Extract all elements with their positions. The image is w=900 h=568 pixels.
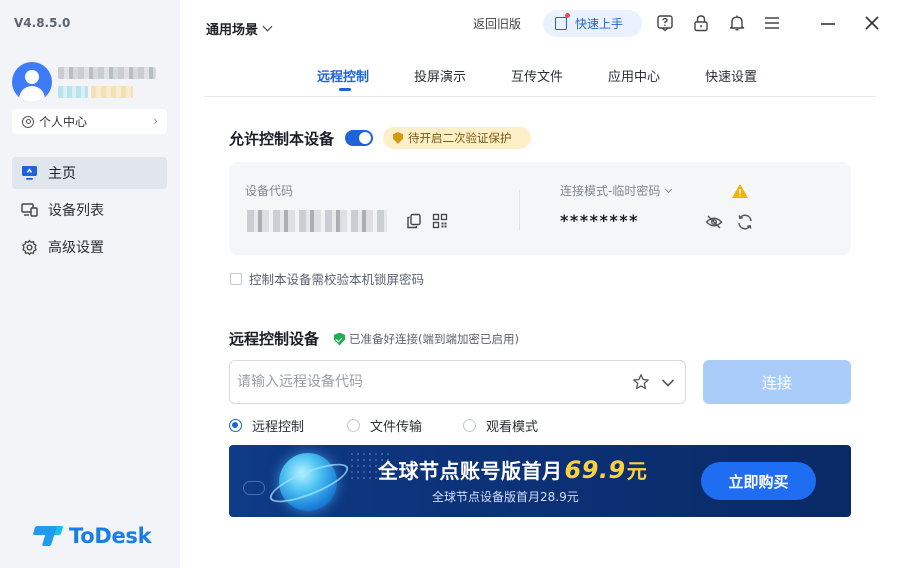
card-divider [519,190,520,230]
lock-screen-password-option[interactable]: 控制本设备需校验本机锁屏密码 [230,269,424,288]
devices-icon [21,202,38,219]
sidebar-item-label: 高级设置 [48,240,104,256]
chevron-down-icon [262,21,273,32]
connection-ready-status: 已准备好连接(端到端加密已启用) [334,331,519,347]
sidebar-item-label: 主页 [48,166,76,182]
sidebar-item-label: 设备列表 [48,203,104,219]
remote-code-input[interactable] [237,371,617,393]
guide-book-icon [555,13,570,30]
cloud-icon [243,481,265,495]
eye-slash-icon[interactable] [705,213,723,231]
warning-icon[interactable] [731,183,749,199]
sidebar-item-devices[interactable]: 设备列表 [12,194,167,226]
allow-control-title: 允许控制本设备 [229,130,335,148]
promo-title: 全球节点账号版首月 69.9 元 [378,455,647,484]
history-dropdown-icon[interactable] [661,376,675,388]
quick-start-label: 快速上手 [575,17,624,31]
chevron-down-icon [665,185,673,193]
device-info-card [229,162,851,255]
gear-icon [21,239,38,256]
minimize-icon[interactable] [818,13,838,33]
scene-label: 通用场景 [206,23,259,38]
todesk-logo-icon [32,523,64,549]
user-vip-tag-redacted [91,86,133,98]
lock-screen-password-checkbox[interactable] [230,272,242,285]
logo-text: ToDesk [69,524,152,548]
radio-button[interactable] [463,419,476,432]
personal-center-button[interactable]: 个人中心 › [12,109,167,134]
promo-price-unit: 元 [626,459,648,483]
qr-code-icon[interactable] [432,213,448,229]
version-label: V4.8.5.0 [14,16,71,30]
refresh-icon[interactable] [736,213,754,231]
radio-button[interactable] [229,419,242,432]
device-code-redacted [247,210,387,232]
promo-banner[interactable]: 全球节点账号版首月 69.9 元 全球节点设备版首月28.9元 立即购买 [229,445,851,517]
connection-mode-selector[interactable]: 连接模式-临时密码 [560,182,673,199]
device-code-label: 设备代码 [245,184,294,198]
todesk-logo: ToDesk [32,523,152,549]
sidebar-item-advanced-settings[interactable]: 高级设置 [12,231,167,263]
close-icon[interactable] [862,13,882,33]
sidebar: V4.8.5.0 个人中心 › 主页 设备列表 高级设置 ToDesk [0,0,180,568]
lock-screen-password-label: 控制本设备需校验本机锁屏密码 [249,272,425,287]
promo-price: 69.9 [564,456,626,484]
mode-remote-control[interactable]: 远程控制 [229,416,304,435]
tab-quick-settings[interactable]: 快速设置 [705,66,757,85]
main-tabs: 远程控制 投屏演示 互传文件 应用中心 快速设置 [204,56,876,97]
star-icon[interactable] [632,373,650,391]
return-old-version-link[interactable]: 返回旧版 [473,15,521,32]
user-tag-redacted [58,86,88,98]
radio-button[interactable] [347,419,360,432]
personal-center-label: 个人中心 [39,115,88,129]
buy-now-button[interactable]: 立即购买 [701,462,816,500]
sidebar-item-home[interactable]: 主页 [12,157,167,189]
promo-subtitle: 全球节点设备版首月28.9元 [432,490,579,504]
two-factor-badge-label: 待开启二次验证保护 [408,131,512,145]
tab-app-center[interactable]: 应用中心 [608,66,660,85]
shield-check-icon [334,332,345,346]
bell-icon[interactable] [727,13,747,33]
monitor-icon [21,165,38,182]
tab-remote-control[interactable]: 远程控制 [317,66,369,85]
shield-icon [393,132,403,144]
two-factor-badge[interactable]: 待开启二次验证保护 [383,127,531,149]
avatar[interactable] [12,62,52,102]
connection-mode-label: 连接模式-临时密码 [560,184,661,198]
active-tab-indicator [339,88,351,91]
temporary-password: ******** [560,211,639,230]
radio-label: 远程控制 [252,420,305,435]
avatar-head [25,70,39,84]
avatar-body [19,86,45,102]
help-icon[interactable] [655,13,675,33]
radio-label: 文件传输 [370,420,423,435]
radio-label: 观看模式 [486,420,539,435]
scene-selector[interactable]: 通用场景 [206,19,273,38]
tab-screen-cast[interactable]: 投屏演示 [414,66,466,85]
promo-title-prefix: 全球节点账号版首月 [378,459,563,483]
remote-control-title: 远程控制设备 [229,330,320,348]
username-redacted [58,67,156,79]
mode-watch[interactable]: 观看模式 [463,416,538,435]
user-circle-icon [22,115,34,128]
quick-start-button[interactable]: 快速上手 [543,10,642,37]
allow-control-toggle[interactable] [345,130,373,146]
copy-icon[interactable] [406,213,422,229]
mode-file-transfer[interactable]: 文件传输 [347,416,422,435]
tab-file-transfer[interactable]: 互传文件 [511,66,563,85]
connection-ready-text: 已准备好连接(端到端加密已启用) [349,332,519,346]
chevron-right-icon: › [153,114,158,128]
connect-button[interactable]: 连接 [703,360,851,404]
menu-icon[interactable] [762,13,782,33]
remote-code-field [229,360,686,404]
lock-icon[interactable] [691,13,711,33]
